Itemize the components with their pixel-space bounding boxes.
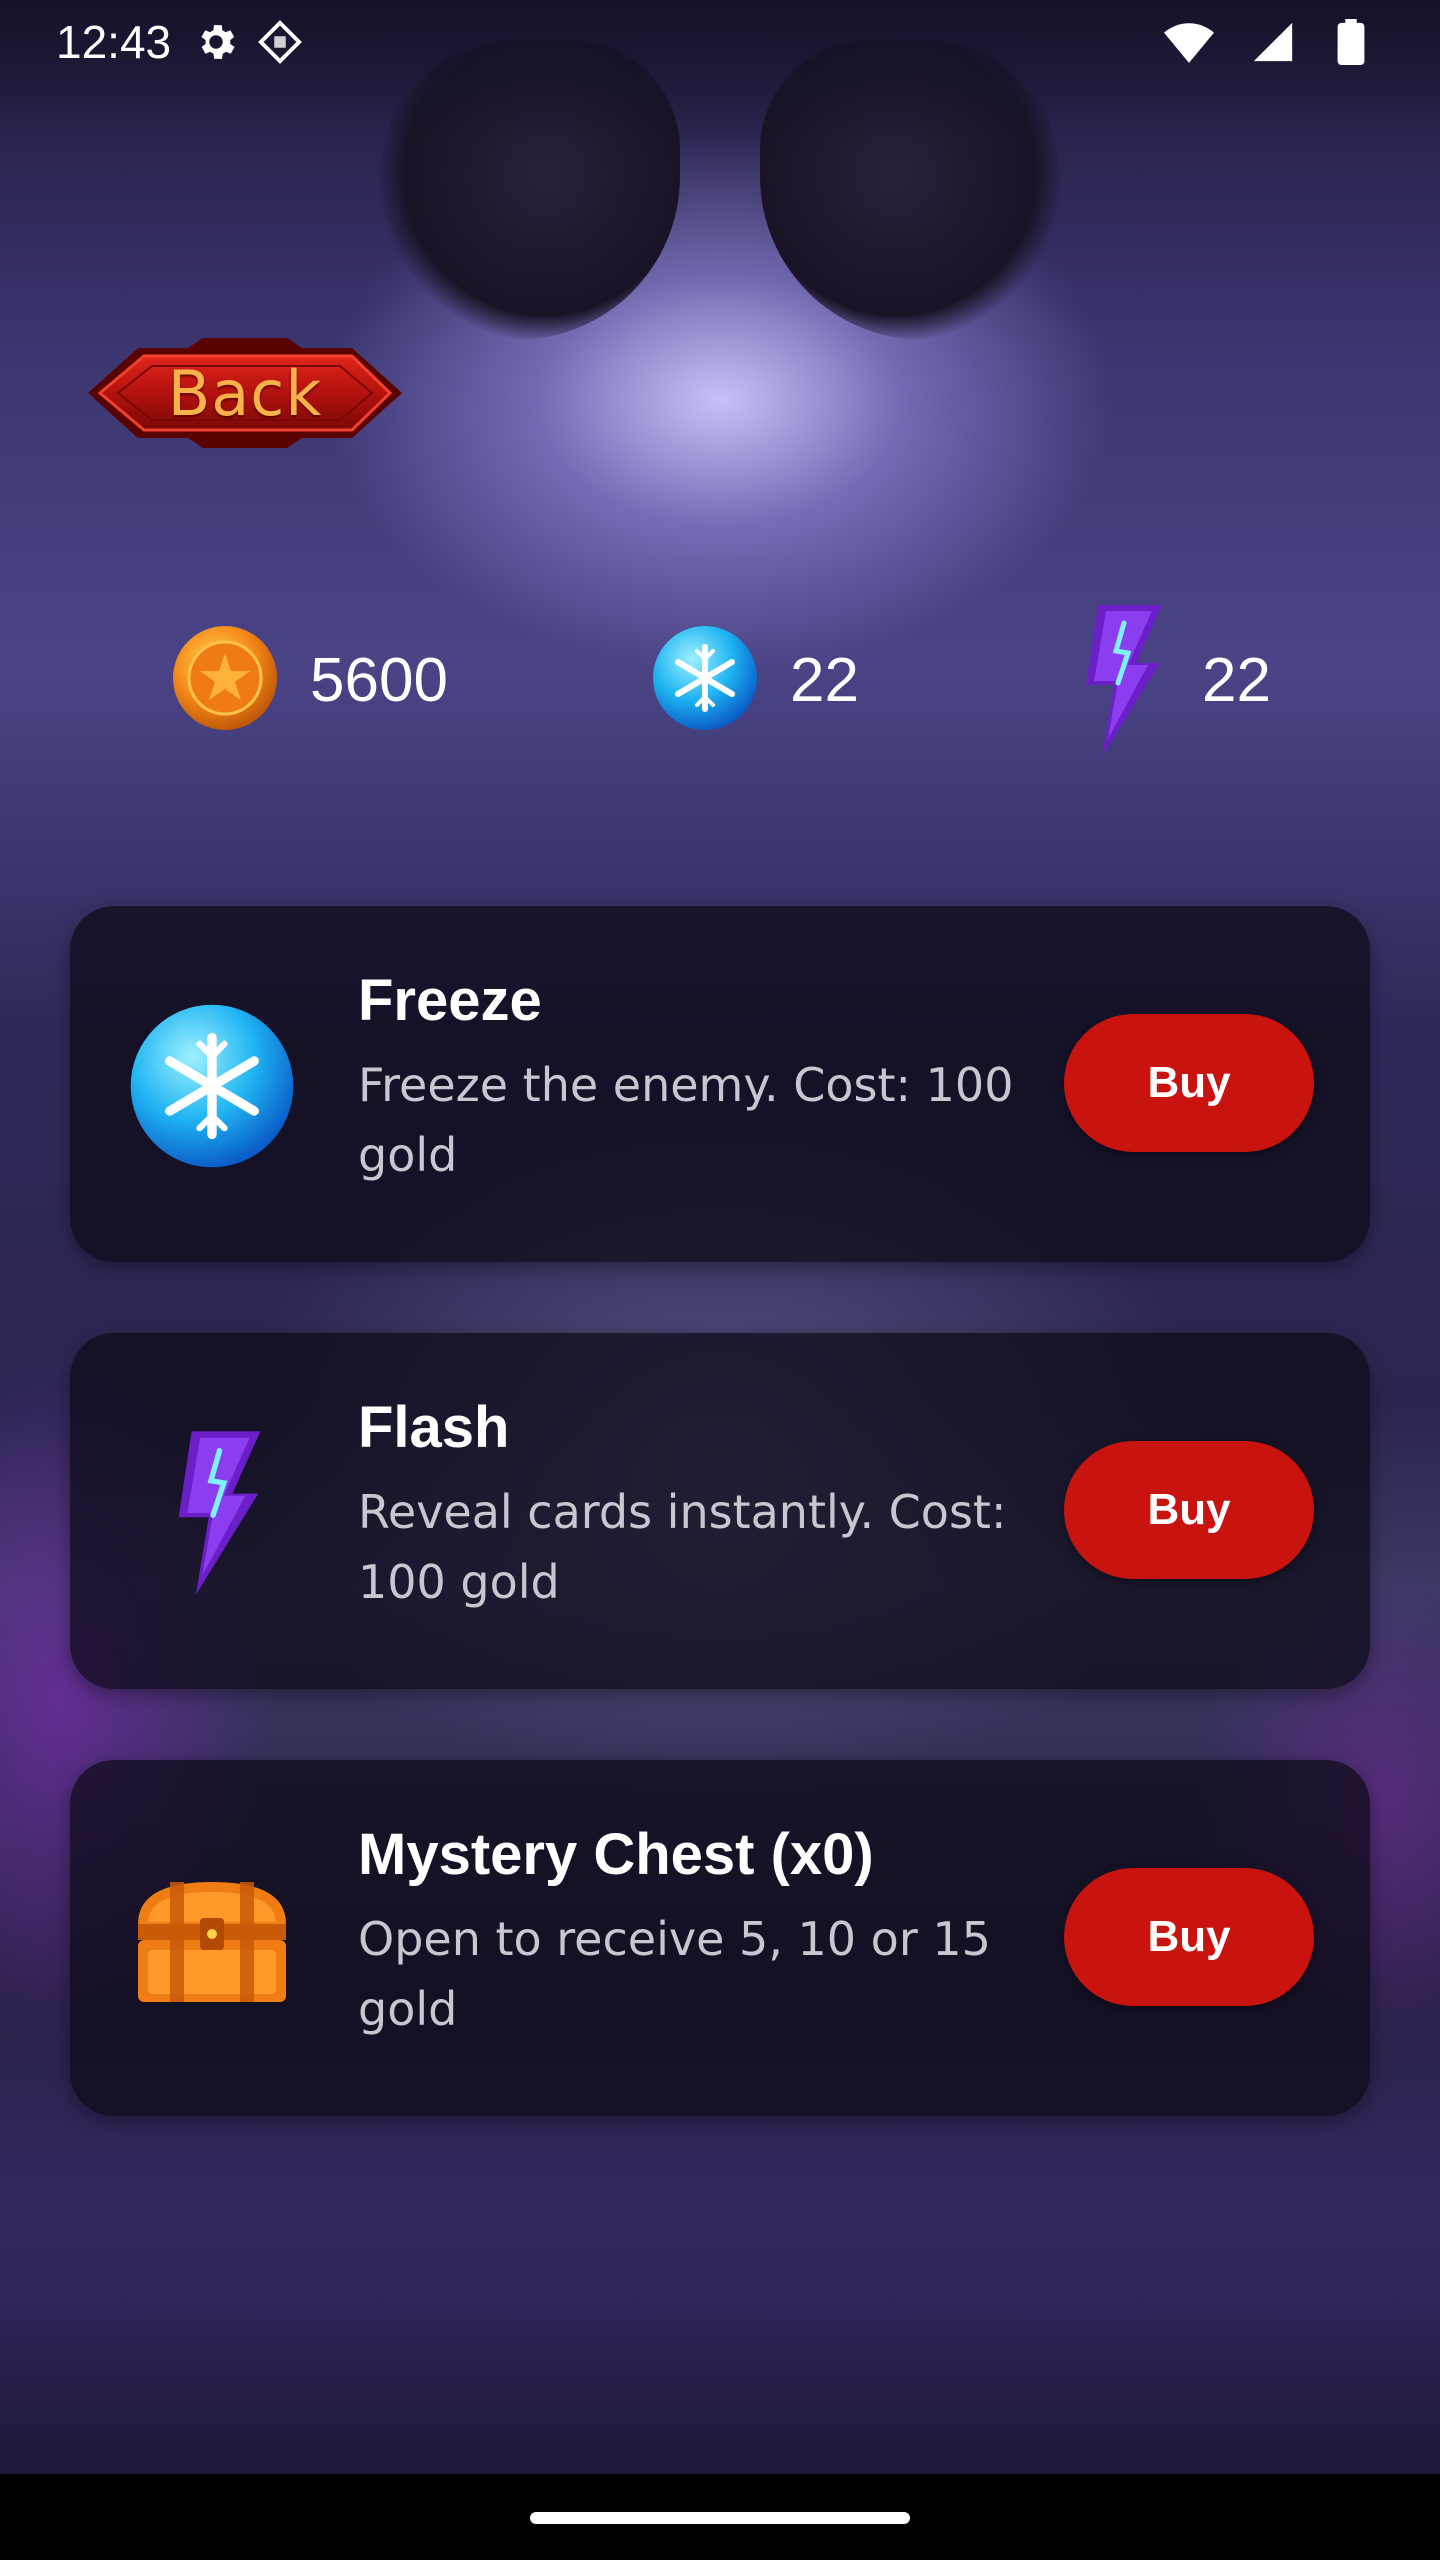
- item-description-line-2: gold: [358, 1981, 458, 2036]
- buy-freeze-button[interactable]: Buy: [1064, 1014, 1314, 1152]
- freeze-orb-icon: [126, 1000, 298, 1172]
- status-bar: 12:43: [0, 0, 1440, 84]
- gold-coin-icon: [170, 623, 280, 738]
- currency-bar: 5600 22 22: [0, 604, 1440, 757]
- gold-count: 5600: [310, 645, 448, 715]
- item-description-line-1: Open to receive 5, 10 or 15: [358, 1911, 991, 1966]
- debug-diamond-icon: [257, 19, 303, 65]
- item-description-line-2: 100 gold: [358, 1554, 560, 1609]
- currency-freeze: 22: [650, 620, 859, 740]
- background-creature-left: [380, 40, 680, 340]
- currency-flash: 22: [1062, 604, 1271, 757]
- shop-item-text: Flash Reveal cards instantly. Cost: 100 …: [358, 1393, 1098, 1617]
- home-indicator[interactable]: [530, 2512, 910, 2524]
- flash-count: 22: [1202, 645, 1271, 715]
- battery-icon: [1336, 19, 1366, 65]
- lightning-bolt-icon: [1062, 595, 1172, 766]
- background-creature-right: [760, 40, 1060, 340]
- currency-gold: 5600: [170, 620, 448, 740]
- item-description: Reveal cards instantly. Cost: 100 gold: [358, 1477, 1098, 1617]
- item-title: Flash: [358, 1395, 510, 1460]
- item-title: Freeze: [358, 968, 542, 1033]
- item-description-line-1: Reveal cards instantly. Cost:: [358, 1484, 1007, 1539]
- wifi-icon: [1164, 19, 1214, 65]
- navigation-bar: [0, 2474, 1440, 2560]
- freeze-orb-icon: [650, 623, 760, 738]
- item-title: Mystery Chest (x0): [358, 1822, 874, 1887]
- shop-item-text: Freeze Freeze the enemy. Cost: 100 gold: [358, 966, 1098, 1190]
- shop-list: Freeze Freeze the enemy. Cost: 100 gold …: [70, 906, 1370, 2187]
- treasure-chest-icon: [126, 1854, 298, 2026]
- status-time: 12:43: [56, 16, 172, 68]
- back-button-label: Back: [167, 356, 323, 430]
- back-button[interactable]: Back: [78, 334, 412, 452]
- background-bottom-shade: [0, 2200, 1440, 2480]
- settings-icon: [193, 19, 239, 65]
- buy-flash-button[interactable]: Buy: [1064, 1441, 1314, 1579]
- shop-item-text: Mystery Chest (x0) Open to receive 5, 10…: [358, 1820, 1098, 2044]
- item-description: Open to receive 5, 10 or 15 gold: [358, 1904, 1098, 2044]
- shop-item-flash: Flash Reveal cards instantly. Cost: 100 …: [70, 1333, 1370, 1689]
- buy-mystery-chest-button[interactable]: Buy: [1064, 1868, 1314, 2006]
- shop-item-freeze: Freeze Freeze the enemy. Cost: 100 gold …: [70, 906, 1370, 1262]
- signal-icon: [1250, 19, 1296, 65]
- item-description-line-1: Freeze the enemy. Cost: 100: [358, 1057, 1014, 1112]
- item-description: Freeze the enemy. Cost: 100 gold: [358, 1050, 1098, 1190]
- freeze-count: 22: [790, 645, 859, 715]
- item-description-line-2: gold: [358, 1127, 458, 1182]
- shop-item-mystery-chest: Mystery Chest (x0) Open to receive 5, 10…: [70, 1760, 1370, 2116]
- lightning-bolt-icon: [126, 1427, 298, 1599]
